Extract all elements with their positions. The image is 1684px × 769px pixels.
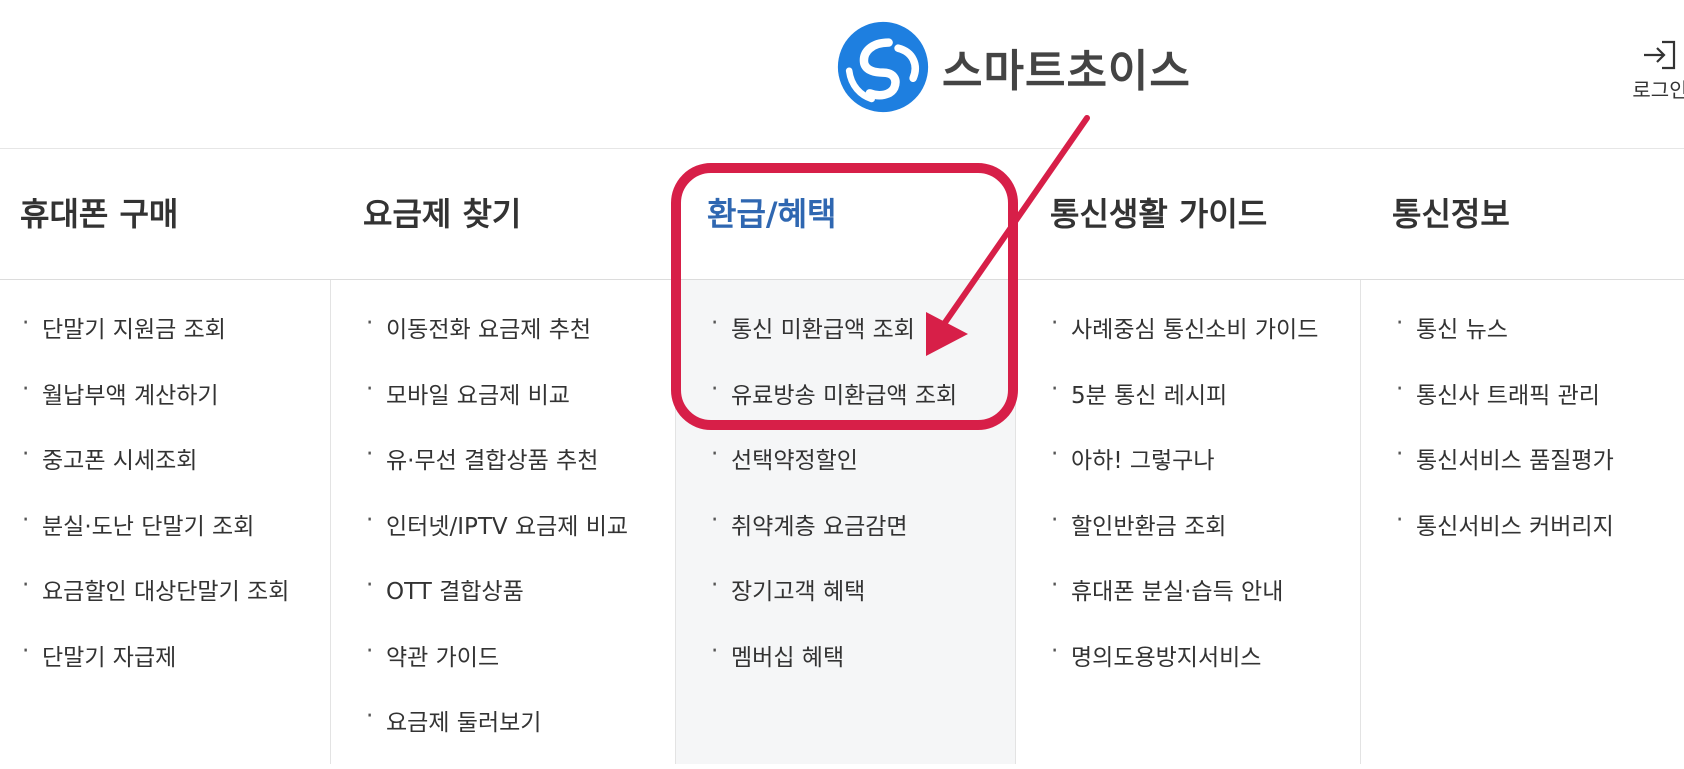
- nav-telecom-guide[interactable]: 통신생활 가이드: [1050, 189, 1267, 235]
- menu-item[interactable]: · 취약계층 요금감면: [711, 507, 1015, 573]
- menu-item[interactable]: · 5분 통신 레시피: [1051, 376, 1360, 442]
- login-arrow-icon: [1644, 40, 1676, 70]
- menu-item[interactable]: · 멤버십 혜택: [711, 638, 1015, 704]
- highlight-callout-box: [671, 163, 1018, 430]
- menu-item[interactable]: · 분실·도난 단말기 조회: [22, 507, 330, 573]
- menu-item[interactable]: · 명의도용방지서비스: [1051, 638, 1360, 704]
- smartchoice-logo-icon: [837, 21, 929, 113]
- site-header: 스마트초이스 로그인: [0, 0, 1684, 149]
- menu-item[interactable]: · 중고폰 시세조회: [22, 441, 330, 507]
- menu-item[interactable]: · 장기고객 혜택: [711, 572, 1015, 638]
- menu-item[interactable]: · 유·무선 결합상품 추천: [366, 441, 675, 507]
- site-logo[interactable]: 스마트초이스: [836, 20, 1191, 114]
- menu-item[interactable]: · 약관 가이드: [366, 638, 675, 704]
- menu-item[interactable]: · 인터넷/IPTV 요금제 비교: [366, 507, 675, 573]
- menu-item[interactable]: · 휴대폰 분실·습득 안내: [1051, 572, 1360, 638]
- menu-item[interactable]: · 모바일 요금제 비교: [366, 376, 675, 442]
- menu-item[interactable]: · OTT 결합상품: [366, 572, 675, 638]
- site-name: 스마트초이스: [942, 46, 1191, 97]
- menu-item[interactable]: · 통신 뉴스: [1396, 310, 1684, 376]
- menu-item[interactable]: · 할인반환금 조회: [1051, 507, 1360, 573]
- nav-phone-purchase[interactable]: 휴대폰 구매: [20, 189, 178, 235]
- menu-item[interactable]: · 아하! 그렇구나: [1051, 441, 1360, 507]
- menu-item[interactable]: · 이동전화 요금제 추천: [366, 310, 675, 376]
- menu-item[interactable]: · 통신서비스 품질평가: [1396, 441, 1684, 507]
- menu-item[interactable]: · 통신사 트래픽 관리: [1396, 376, 1684, 442]
- menu-column-phone-purchase: · 단말기 지원금 조회 · 월납부액 계산하기 · 중고폰 시세조회 · 분실·도난 …: [0, 280, 330, 764]
- nav-telecom-info[interactable]: 통신정보: [1392, 189, 1510, 235]
- menu-item[interactable]: · 단말기 자급제: [22, 638, 330, 704]
- login-button[interactable]: 로그인: [1620, 38, 1684, 103]
- login-label: 로그인: [1632, 78, 1684, 102]
- menu-item[interactable]: · 사례중심 통신소비 가이드: [1051, 310, 1360, 376]
- menu-item[interactable]: · 월납부액 계산하기: [22, 376, 330, 442]
- menu-column-find-plan: · 이동전화 요금제 추천 · 모바일 요금제 비교 · 유·무선 결합상품 추천 ·…: [330, 280, 675, 764]
- menu-item[interactable]: · 선택약정할인: [711, 441, 1015, 507]
- menu-item[interactable]: · 단말기 지원금 조회: [22, 310, 330, 376]
- menu-column-telecom-info: · 통신 뉴스 · 통신사 트래픽 관리 · 통신서비스 품질평가 · 통신서비스 커버…: [1360, 280, 1684, 764]
- menu-column-telecom-guide: · 사례중심 통신소비 가이드 · 5분 통신 레시피 · 아하! 그렇구나 · 할인반…: [1015, 280, 1360, 764]
- menu-item[interactable]: · 요금제 둘러보기: [366, 703, 675, 769]
- menu-item[interactable]: · 통신서비스 커버리지: [1396, 507, 1684, 573]
- nav-find-plan[interactable]: 요금제 찾기: [363, 189, 521, 235]
- menu-item[interactable]: · 요금할인 대상단말기 조회: [22, 572, 330, 638]
